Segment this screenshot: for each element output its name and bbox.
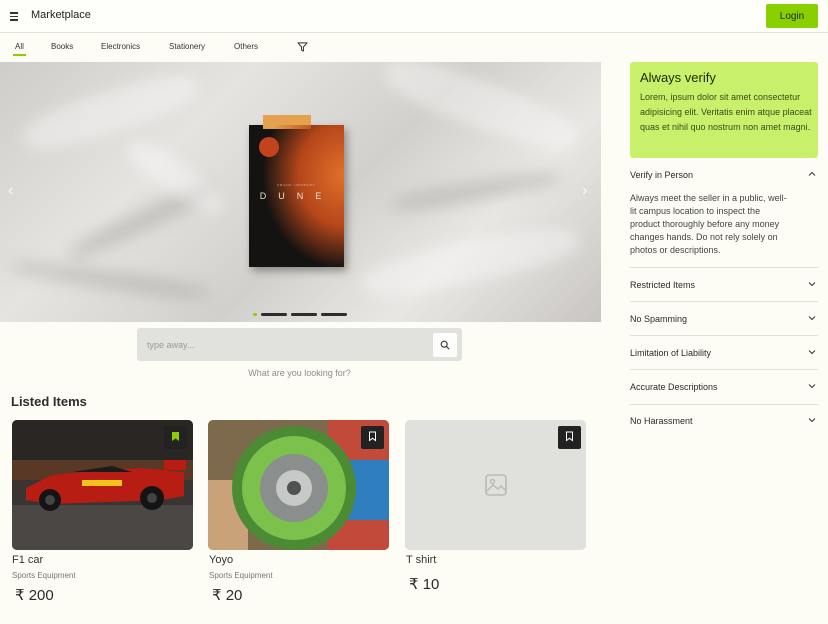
- accordion-label: Accurate Descriptions: [630, 382, 718, 392]
- accordion-label: Verify in Person: [630, 170, 694, 180]
- hero-carousel[interactable]: FRANK HERBERT DUNE ‹ ›: [0, 62, 601, 322]
- divider: [630, 301, 818, 302]
- slide-image: FRANK HERBERT DUNE: [249, 115, 344, 267]
- accordion-no-harassment[interactable]: No Harassment: [630, 416, 818, 426]
- carousel-prev-icon[interactable]: ‹: [8, 182, 13, 200]
- accordion-label: No Spamming: [630, 314, 688, 324]
- carousel-next-icon[interactable]: ›: [582, 182, 587, 200]
- book-author: FRANK HERBERT: [277, 183, 316, 187]
- bookmark-outline-icon: [369, 431, 376, 442]
- chevron-up-icon: [808, 171, 816, 176]
- carousel-dot-3[interactable]: [291, 313, 317, 316]
- item-name[interactable]: T shirt: [406, 554, 436, 566]
- search-input[interactable]: [137, 328, 427, 361]
- hamburger-menu-icon[interactable]: [10, 9, 22, 23]
- image-placeholder-icon: [485, 474, 507, 496]
- accordion-accurate-descriptions[interactable]: Accurate Descriptions: [630, 382, 818, 392]
- tab-books[interactable]: Books: [51, 42, 73, 51]
- item-category: Sports Equipment: [209, 571, 273, 580]
- category-tabs: All Books Electronics Stationery Others: [0, 33, 601, 61]
- accordion-label: Limitation of Liability: [630, 348, 712, 358]
- bookmark-outline-icon: [566, 431, 573, 442]
- accordion-label: No Harassment: [630, 416, 693, 426]
- divider: [630, 404, 818, 405]
- bookmark-button-t-shirt[interactable]: [558, 426, 581, 449]
- divider: [630, 335, 818, 336]
- filter-funnel-icon[interactable]: [297, 42, 308, 52]
- accordion-body: Always meet the seller in a public, well…: [630, 193, 787, 255]
- carousel-dot-2[interactable]: [261, 313, 287, 316]
- tab-others[interactable]: Others: [234, 42, 258, 51]
- search-bar: [137, 328, 462, 361]
- verify-title: Always verify: [640, 70, 716, 85]
- bookmark-button-yoyo[interactable]: [361, 426, 384, 449]
- book-title: DUNE: [259, 191, 334, 201]
- top-bar: Marketplace Login: [0, 0, 828, 33]
- login-button[interactable]: Login: [766, 4, 818, 28]
- accordion-restricted-items[interactable]: Restricted Items: [630, 280, 818, 290]
- always-verify-card: Always verify Lorem, ipsum dolor sit ame…: [630, 62, 818, 158]
- tab-all[interactable]: All: [13, 42, 26, 56]
- carousel-dot-1[interactable]: [253, 313, 257, 316]
- accordion-label: Restricted Items: [630, 280, 696, 290]
- divider: [630, 369, 818, 370]
- verify-body: Lorem, ipsum dolor sit amet consectetur …: [640, 92, 812, 132]
- tab-electronics[interactable]: Electronics: [101, 42, 140, 51]
- search-button[interactable]: [433, 333, 457, 357]
- tab-stationery[interactable]: Stationery: [169, 42, 205, 51]
- app-title: Marketplace: [31, 9, 91, 21]
- chevron-down-icon: [808, 282, 816, 287]
- search-hint: What are you looking for?: [248, 368, 351, 378]
- chevron-down-icon: [808, 418, 816, 423]
- chevron-down-icon: [808, 384, 816, 389]
- item-name[interactable]: Yoyo: [209, 554, 233, 566]
- accordion-no-spamming[interactable]: No Spamming: [630, 314, 818, 324]
- accordion-limitation-of-liability[interactable]: Limitation of Liability: [630, 348, 818, 358]
- chevron-down-icon: [808, 350, 816, 355]
- item-category: Sports Equipment: [12, 571, 76, 580]
- item-price: ₹ 10: [409, 576, 440, 593]
- bookmark-filled-icon: [172, 432, 179, 441]
- bookmark-button-f1-car[interactable]: [164, 426, 187, 449]
- search-icon: [440, 340, 450, 349]
- item-price: ₹ 200: [15, 587, 54, 604]
- accordion-verify-in-person[interactable]: Verify in Person: [630, 170, 818, 180]
- item-price: ₹ 20: [212, 587, 243, 604]
- chevron-down-icon: [808, 316, 816, 321]
- divider: [630, 267, 818, 268]
- carousel-dot-4[interactable]: [321, 313, 347, 316]
- item-name[interactable]: F1 car: [12, 554, 43, 566]
- listed-items-heading: Listed Items: [11, 394, 87, 409]
